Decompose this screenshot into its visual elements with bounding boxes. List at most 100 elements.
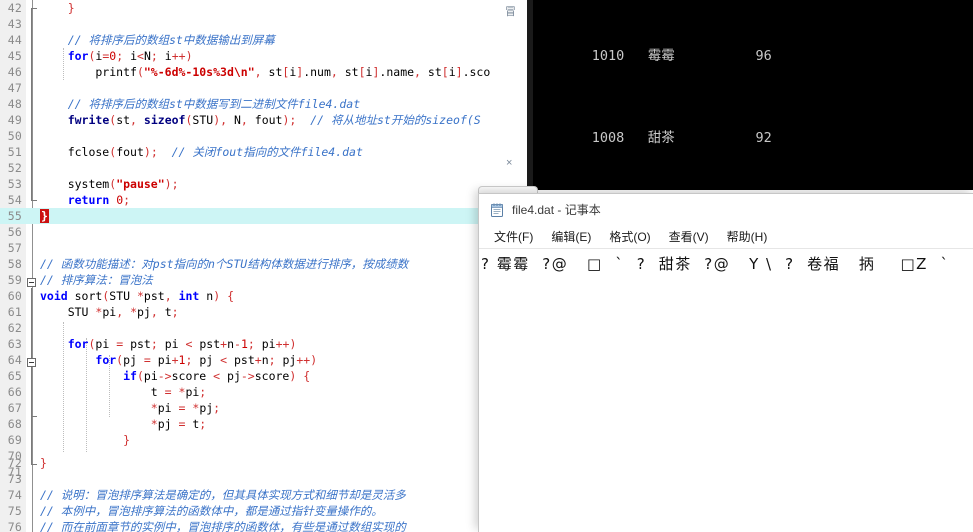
notepad-title-bar[interactable]: file4.dat - 记事本 — [479, 194, 973, 225]
code-line[interactable]: 46 printf("%-6d%-10s%3d\n", st[i].num, s… — [0, 64, 491, 80]
code-line[interactable]: 42 } — [0, 0, 75, 16]
student-score: 96 — [755, 47, 772, 64]
line-number: 74 — [7, 488, 22, 502]
line-number: 61 — [7, 305, 22, 319]
code-text: void sort(STU *pst, int n) { — [40, 289, 235, 303]
code-line[interactable]: 49 fwrite(st, sizeof(STU), N, fout); // … — [0, 112, 481, 128]
notepad-text-area[interactable]: ? 霉霉 ?@ □ ` ? 甜茶 ?@ Y \ ? 卷福 抦 □Z ` — [479, 250, 973, 532]
console-row: 1010 霉霉 96 — [543, 31, 772, 81]
code-line[interactable]: 63 for(pi = pst; pi < pst+n-1; pi++) — [0, 336, 297, 352]
matching-brace: } — [40, 209, 49, 223]
code-line[interactable]: 50 — [0, 128, 42, 144]
code-line[interactable]: 47 — [0, 80, 42, 96]
notepad-icon — [489, 202, 505, 218]
code-line[interactable]: 73 — [0, 471, 42, 487]
menu-file[interactable]: 文件(F) — [485, 226, 542, 247]
line-number: 47 — [7, 81, 22, 95]
code-text: printf("%-6d%-10s%3d\n", st[i].num, st[i… — [40, 65, 491, 79]
code-line[interactable]: 61 STU *pi, *pj, t; — [0, 304, 179, 320]
code-line[interactable]: 52 — [0, 160, 42, 176]
line-number: 55 — [7, 209, 22, 223]
notepad-window[interactable]: file4.dat - 记事本 文件(F) 编辑(E) 格式(O) 查看(V) … — [478, 193, 973, 532]
code-text: *pj = t; — [150, 417, 207, 431]
code-line[interactable]: 57 — [0, 240, 42, 256]
code-line[interactable]: 75 // 本例中，冒泡排序算法的函数体中，都是通过指针变量操作的。 — [0, 503, 383, 519]
code-text: // 函数功能描述：对pst指向的n个STU结构体数据进行排序，按成绩数 — [40, 257, 409, 271]
code-text: t = *pi; — [40, 385, 207, 399]
code-text: STU *pi, *pj, t; — [40, 305, 179, 319]
menu-view[interactable]: 查看(V) — [660, 226, 718, 247]
code-text: if(pi->score < pj->score) { — [123, 369, 311, 383]
code-text: return 0; — [67, 193, 131, 207]
occluded-glyph-fragment: × — [506, 157, 513, 169]
code-line[interactable]: 67 *pi = *pj; — [0, 400, 220, 416]
line-number: 57 — [7, 241, 22, 255]
code-line[interactable]: 68 *pj = t; — [0, 416, 206, 432]
code-line[interactable]: 56 — [0, 224, 42, 240]
code-line[interactable]: 65 if(pi->score < pj->score) { — [0, 368, 310, 384]
menu-edit[interactable]: 编辑(E) — [542, 226, 600, 247]
code-text: *pi = *pj; — [150, 401, 221, 415]
line-number: 53 — [7, 177, 22, 191]
line-number: 73 — [7, 472, 22, 486]
code-line[interactable]: 69 } — [0, 432, 130, 448]
console-output: 1010霉霉96 1008甜茶92 1002卷福90 1006裴花89 1009… — [543, 0, 772, 190]
code-text: } — [123, 433, 131, 447]
console-window[interactable]: 1010霉霉96 1008甜茶92 1002卷福90 1006裴花89 1009… — [533, 0, 973, 190]
line-number: 75 — [7, 504, 22, 518]
student-name: 霉霉 — [647, 47, 675, 64]
line-number: 48 — [7, 97, 22, 111]
code-line[interactable]: 58 // 函数功能描述：对pst指向的n个STU结构体数据进行排序，按成绩数 — [0, 256, 408, 272]
code-line[interactable]: 45 for(i=0; i<N; i++) — [0, 48, 193, 64]
line-number: 60 — [7, 289, 22, 303]
line-number: 42 — [7, 1, 22, 15]
code-text: // 排序算法：冒泡法 — [40, 273, 153, 287]
line-number: 46 — [7, 65, 22, 79]
notepad-menu-bar[interactable]: 文件(F) 编辑(E) 格式(O) 查看(V) 帮助(H) — [479, 225, 973, 249]
code-line[interactable]: 59 // 排序算法：冒泡法 — [0, 272, 153, 288]
code-line[interactable]: 62 — [0, 320, 42, 336]
code-line[interactable]: 43 — [0, 16, 42, 32]
student-num: 1010 — [591, 47, 625, 64]
code-text: // 将排序后的数组st中数据写到二进制文件file4.dat — [40, 97, 361, 111]
code-text: system("pause"); — [40, 177, 179, 191]
occluded-glyph-fragment: 冒 — [505, 6, 516, 18]
code-text: } — [40, 208, 49, 224]
code-text: // 将排序后的数组st中数据输出到屏幕 — [40, 33, 275, 47]
code-text: for(pj = pi+1; pj < pst+n; pj++) — [95, 353, 318, 367]
line-number: 72 — [7, 456, 22, 470]
line-number: 59 — [7, 273, 22, 287]
code-line[interactable]: 54 return 0; — [0, 192, 130, 208]
line-number: 45 — [7, 49, 22, 63]
code-line[interactable]: 72 } — [0, 455, 47, 471]
code-line[interactable]: 60 void sort(STU *pst, int n) { — [0, 288, 234, 304]
line-number: 54 — [7, 193, 22, 207]
student-score: 92 — [755, 130, 772, 146]
code-line[interactable]: 48 // 将排序后的数组st中数据写到二进制文件file4.dat — [0, 96, 360, 112]
code-line[interactable]: 44 // 将排序后的数组st中数据输出到屏幕 — [0, 32, 275, 48]
line-number: 65 — [7, 369, 22, 383]
line-number: 51 — [7, 145, 22, 159]
code-line[interactable]: 51 fclose(fout); // 关闭fout指向的文件file4.dat — [0, 144, 363, 160]
code-line[interactable]: 66 t = *pi; — [0, 384, 206, 400]
line-number: 58 — [7, 257, 22, 271]
line-number: 56 — [7, 225, 22, 239]
student-num: 1008 — [591, 130, 625, 146]
code-text: fclose(fout); // 关闭fout指向的文件file4.dat — [40, 145, 363, 159]
line-number: 64 — [7, 353, 22, 367]
menu-format[interactable]: 格式(O) — [600, 226, 659, 247]
line-number: 68 — [7, 417, 22, 431]
code-text: // 本例中，冒泡排序算法的函数体中，都是通过指针变量操作的。 — [40, 504, 383, 518]
code-text: for(i=0; i<N; i++) — [67, 49, 193, 63]
line-number: 49 — [7, 113, 22, 127]
student-name: 甜茶 — [647, 130, 675, 146]
code-line[interactable]: 53 system("pause"); — [0, 176, 179, 192]
code-text: // 说明：冒泡排序算法是确定的，但其具体实现方式和细节却是灵活多 — [40, 488, 406, 502]
code-text: } — [40, 456, 47, 470]
code-line[interactable]: 74 // 说明：冒泡排序算法是确定的，但其具体实现方式和细节却是灵活多 — [0, 487, 406, 503]
line-number: 67 — [7, 401, 22, 415]
line-number: 50 — [7, 129, 22, 143]
line-number: 63 — [7, 337, 22, 351]
code-line[interactable]: 64 for(pj = pi+1; pj < pst+n; pj++) — [0, 352, 317, 368]
menu-help[interactable]: 帮助(H) — [718, 226, 777, 247]
